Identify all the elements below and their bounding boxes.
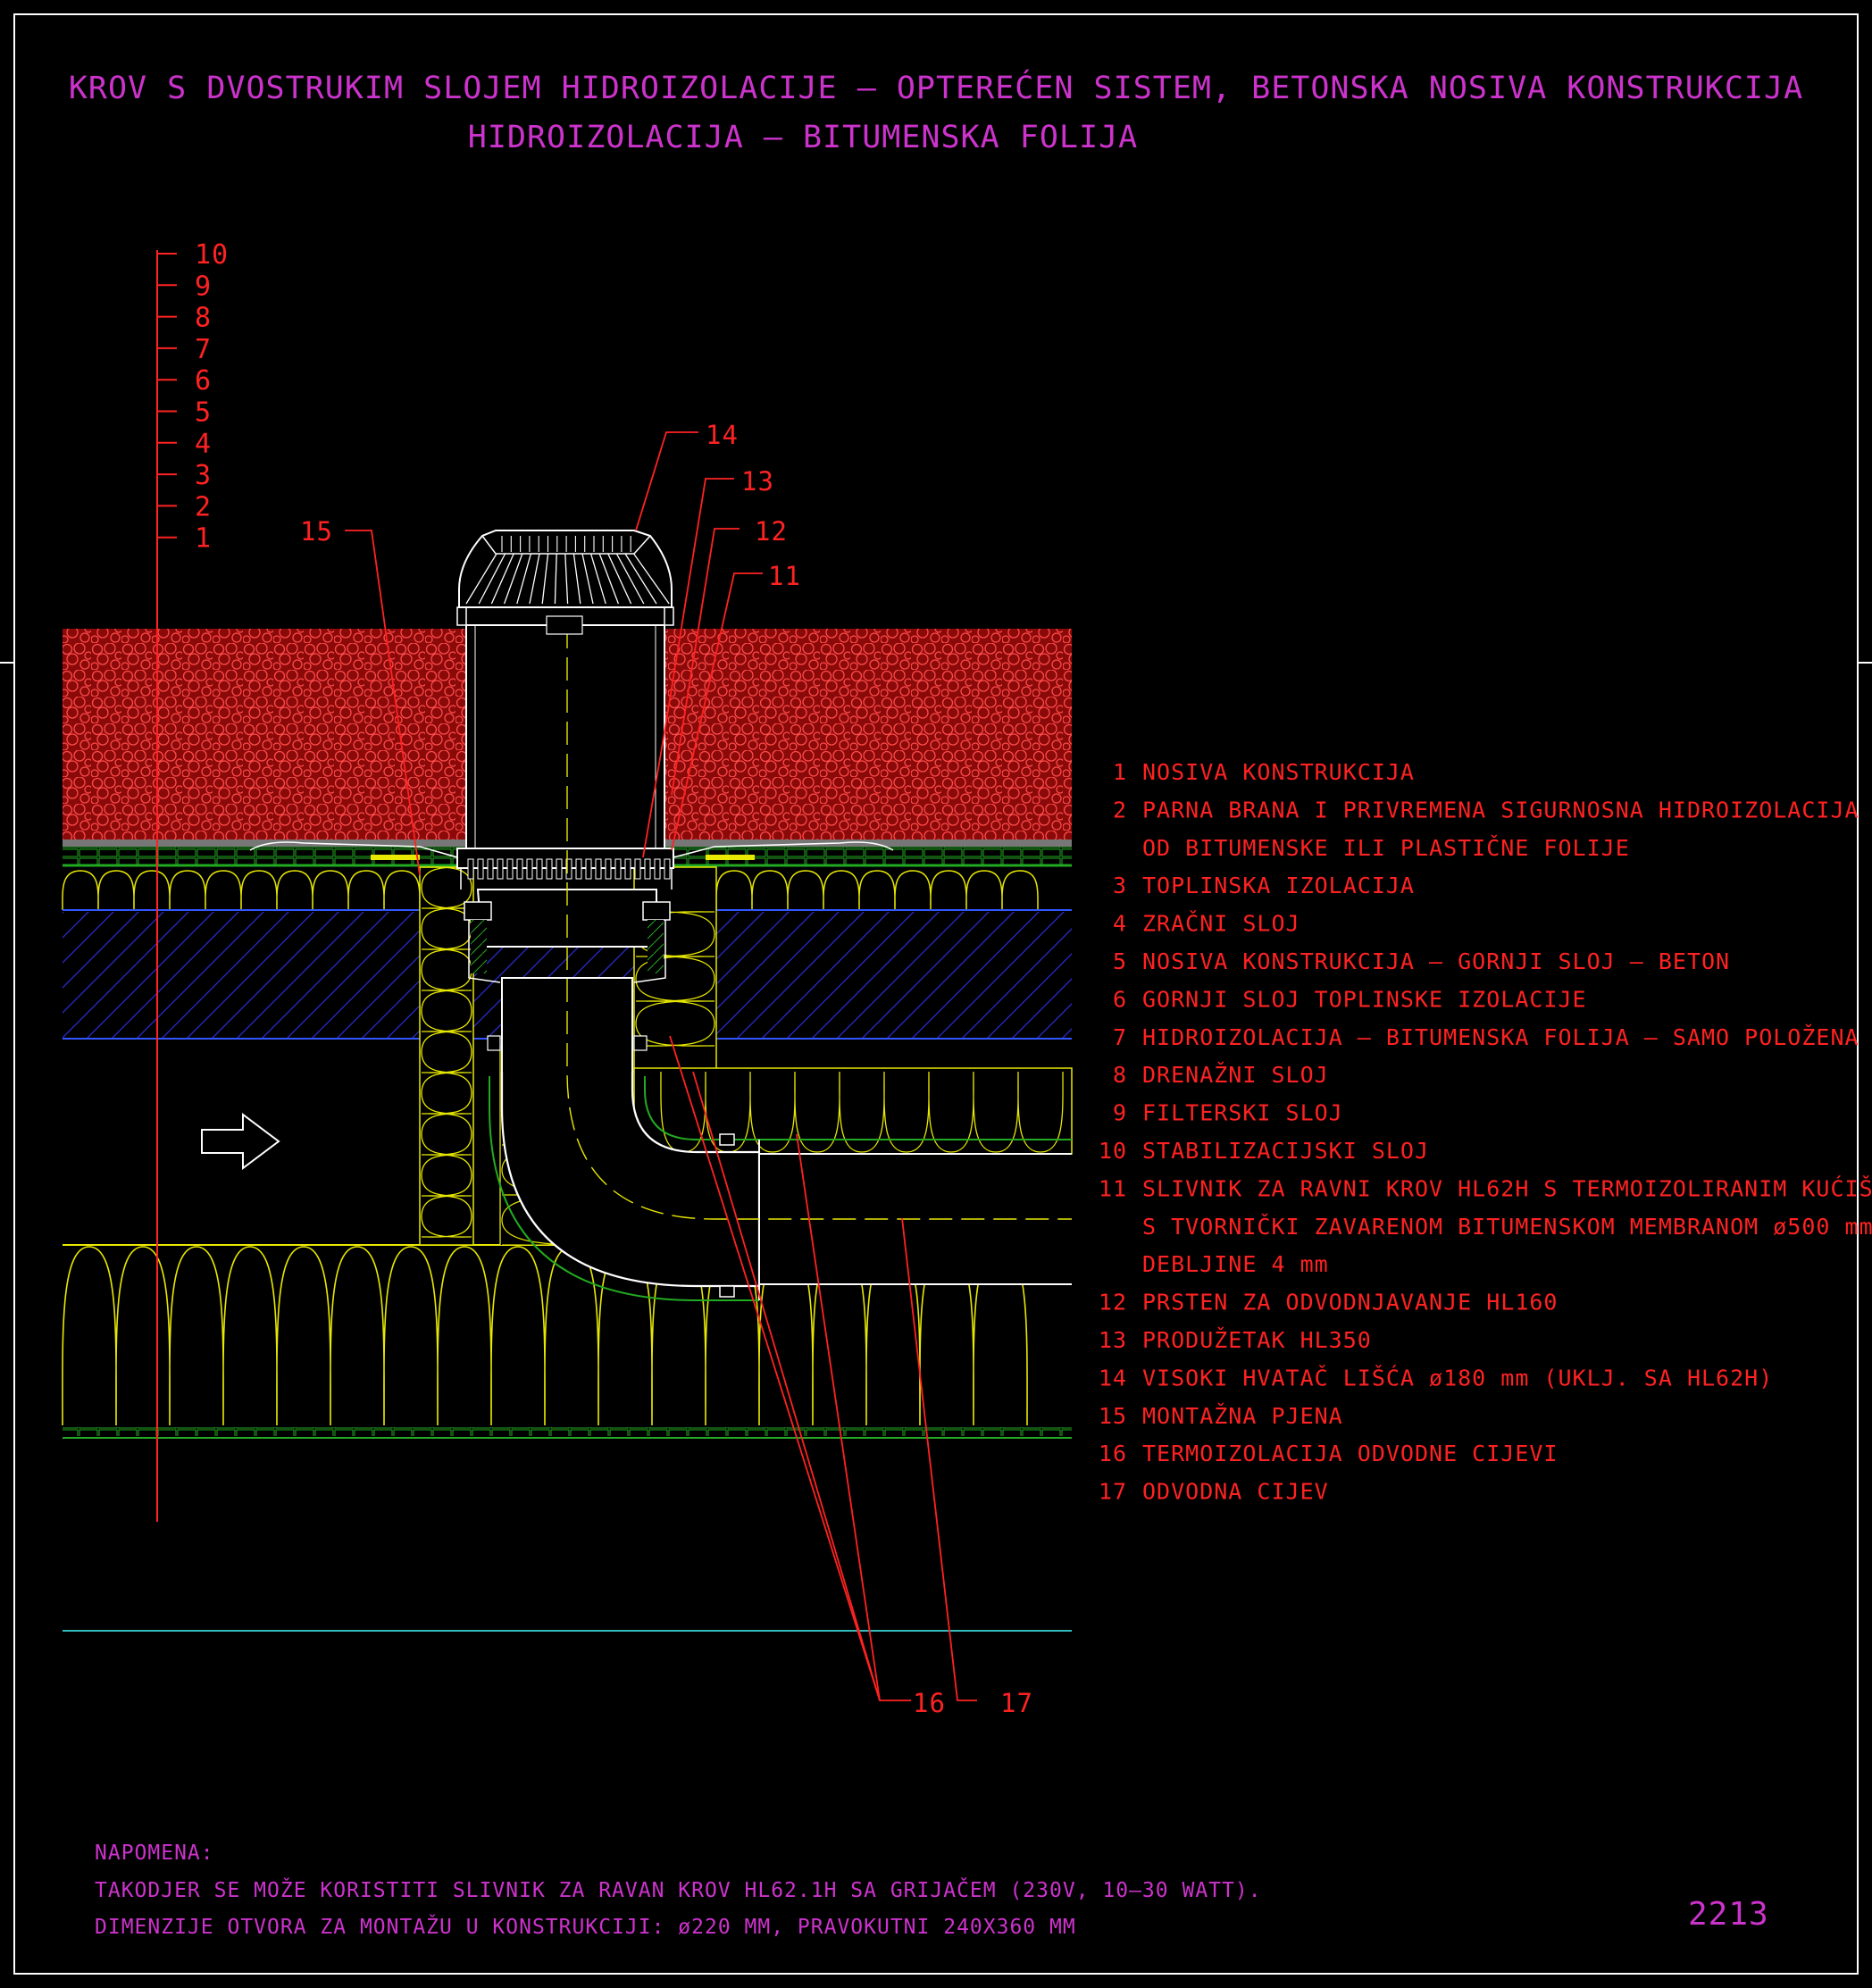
legend-text: SLIVNIK ZA RAVNI KROV HL62H S TERMOIZOLI… [1142,1174,1872,1201]
legend-text: ZRAČNI SLOJ [1142,910,1300,937]
legend-text: MONTAŽNA PJENA [1142,1403,1343,1429]
legend-text: HIDROIZOLACIJA – BITUMENSKA FOLIJA – SAM… [1142,1024,1859,1050]
note-line-1: TAKODJER SE MOŽE KORISTITI SLIVNIK ZA RA… [95,1877,1262,1902]
legend-number: 7 [1113,1024,1127,1050]
legend-text: TOPLINSKA IZOLACIJA [1142,873,1415,898]
legend-number: 3 [1113,873,1127,898]
legend-text: FILTERSKI SLOJ [1142,1100,1343,1126]
layer-number-5: 5 [195,397,212,429]
legend-text: STABILIZACIJSKI SLOJ [1142,1138,1429,1164]
detail-drawing: KROV S DVOSTRUKIM SLOJEM HIDROIZOLACIJE … [0,13,1872,1975]
note-heading: NAPOMENA: [95,1842,214,1865]
layer-number-3: 3 [195,460,212,491]
legend-number: 11 [1099,1175,1127,1201]
legend-text: OD BITUMENSKE ILI PLASTIČNE FOLIJE [1142,834,1630,861]
layer-number-9: 9 [195,271,212,302]
callout-15: 15 [300,516,333,547]
callout-16: 16 [913,1688,946,1718]
legend-text: PRSTEN ZA ODVODNJAVANJE HL160 [1142,1290,1559,1316]
title-line-2: HIDROIZOLACIJA – BITUMENSKA FOLIJA [468,120,1138,155]
legend-number: 5 [1113,948,1127,974]
legend-text: TERMOIZOLACIJA ODVODNE CIJEVI [1142,1441,1559,1466]
note-line-2: DIMENZIJE OTVORA ZA MONTAŽU U KONSTRUKCI… [95,1914,1076,1939]
callout-11: 11 [768,561,801,591]
layer-number-4: 4 [195,429,212,460]
layer-number-6: 6 [195,365,212,397]
legend-number: 2 [1113,797,1127,823]
title-line-1: KROV S DVOSTRUKIM SLOJEM HIDROIZOLACIJE … [69,69,1803,106]
legend-number: 1 [1113,759,1127,785]
legend-text: S TVORNIČKI ZAVARENOM BITUMENSKOM MEMBRA… [1142,1213,1872,1240]
leaf-catcher [456,530,674,635]
legend: 1 NOSIVA KONSTRUKCIJA 2 PARNA BRANA I PRIVR… [1099,759,1872,1505]
legend-text: VISOKI HVATAČ LIŠĆA ø180 mm (UKLJ. SA HL… [1142,1364,1773,1391]
callout-13: 13 [741,466,774,497]
legend-number: 4 [1113,911,1127,937]
callout-14: 14 [706,420,739,450]
legend-number: 13 [1099,1327,1127,1353]
flow-arrow-icon [201,1113,280,1170]
layer-number-8: 8 [195,303,212,334]
legend-number: 8 [1113,1062,1127,1088]
vapour-barrier [63,1427,1072,1436]
legend-number: 16 [1099,1441,1127,1466]
legend-number: 17 [1099,1479,1127,1505]
legend-text: DRENAŽNI SLOJ [1142,1062,1329,1088]
legend-number: 12 [1099,1290,1127,1316]
layer-number-1: 1 [195,523,212,555]
callout-12: 12 [755,516,788,547]
legend-number: 9 [1113,1100,1127,1126]
legend-text: PRODUŽETAK HL350 [1142,1327,1372,1353]
layer-number-10: 10 [195,239,229,271]
legend-number: 15 [1099,1403,1127,1429]
legend-text: PARNA BRANA I PRIVREMENA SIGURNOSNA HIDR… [1142,797,1859,823]
drawing-number: 2213 [1688,1896,1769,1933]
legend-text: GORNJI SLOJ TOPLINSKE IZOLACIJE [1142,986,1587,1012]
legend-text: NOSIVA KONSTRUKCIJA [1142,759,1415,785]
legend-number: 10 [1099,1138,1127,1164]
legend-text: ODVODNA CIJEV [1142,1479,1329,1505]
legend-number: 6 [1113,986,1127,1012]
legend-number: 14 [1099,1365,1127,1391]
layer-number-7: 7 [195,334,212,365]
layer-number-2: 2 [195,491,212,522]
legend-text: DEBLJINE 4 mm [1142,1251,1329,1277]
callout-17: 17 [1000,1688,1033,1718]
legend-text: NOSIVA KONSTRUKCIJA – GORNJI SLOJ – BETO… [1142,948,1730,974]
